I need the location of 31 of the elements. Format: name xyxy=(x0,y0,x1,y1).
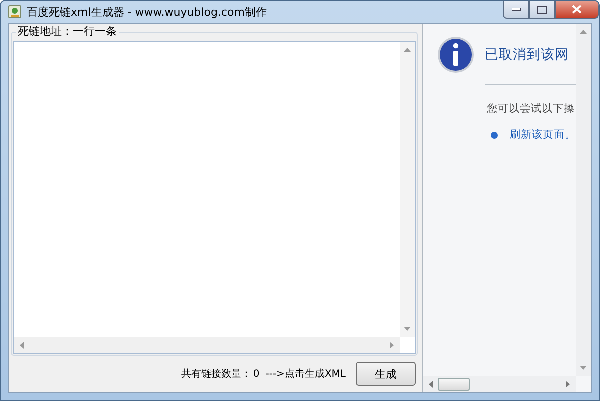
maximize-icon xyxy=(537,6,547,14)
link-count: 0 xyxy=(253,368,260,380)
scroll-thumb[interactable] xyxy=(438,378,470,390)
window-title: 百度死链xml生成器 - www.wuyublog.com制作 xyxy=(27,4,267,20)
scroll-right-icon xyxy=(390,342,394,348)
close-button[interactable] xyxy=(555,1,599,19)
horizontal-scrollbar[interactable] xyxy=(14,337,400,353)
scroll-up-icon xyxy=(404,48,411,52)
refresh-link[interactable]: 刷新该页面。 xyxy=(510,128,576,142)
close-icon xyxy=(572,5,582,14)
scroll-right-icon xyxy=(566,380,570,388)
bullet-icon xyxy=(491,132,498,138)
horizontal-scrollbar[interactable] xyxy=(423,376,576,392)
info-icon xyxy=(437,36,475,74)
link-count-label: 共有链接数量： xyxy=(181,368,252,381)
group-label: 死链地址：一行一条 xyxy=(16,26,119,38)
maximize-button[interactable] xyxy=(529,1,555,19)
suggestion-text: 您可以尝试以下操 xyxy=(487,102,575,116)
scroll-left-icon xyxy=(429,380,433,388)
generate-hint: --->点击生成XML xyxy=(266,368,346,381)
scroll-left-icon xyxy=(20,342,24,348)
vertical-scrollbar[interactable] xyxy=(400,42,415,337)
error-heading: 已取消到该网 xyxy=(485,46,569,64)
scroll-down-icon xyxy=(580,366,587,370)
minimize-button[interactable] xyxy=(503,1,529,19)
scroll-up-icon xyxy=(580,30,587,34)
minimize-icon xyxy=(512,8,520,11)
scroll-down-icon xyxy=(404,327,411,331)
app-icon xyxy=(8,5,22,19)
generate-button[interactable]: 生成 xyxy=(356,362,416,386)
vertical-scrollbar[interactable] xyxy=(576,24,591,376)
